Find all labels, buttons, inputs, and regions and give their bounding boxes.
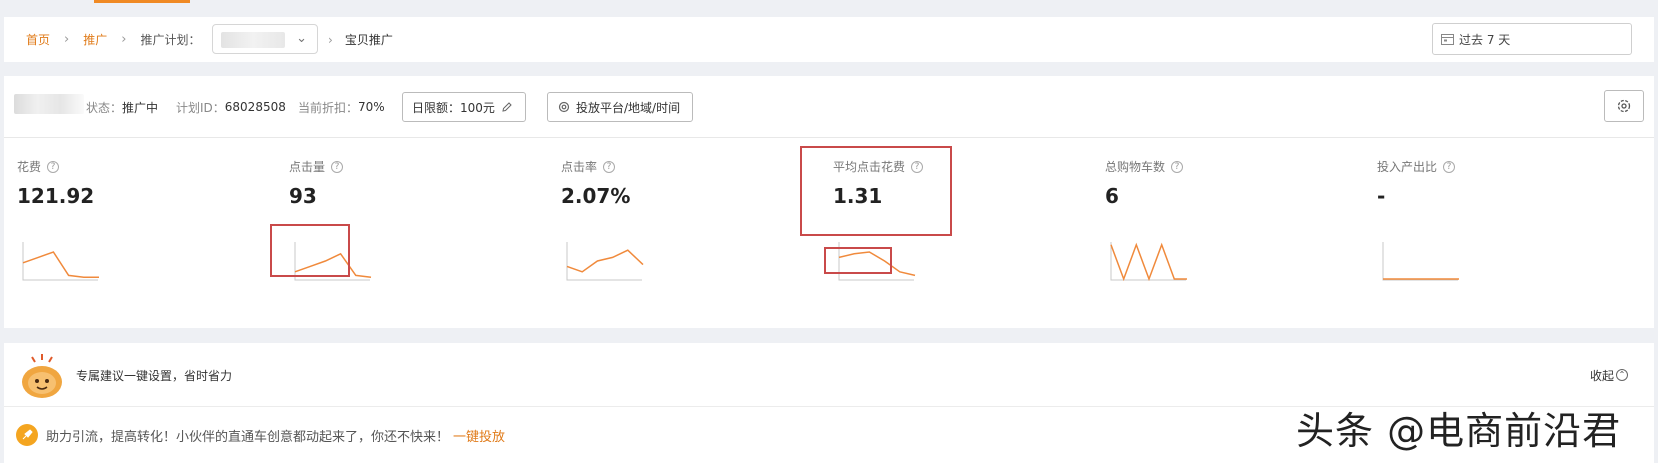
daily-budget-label: 日限额：100元 (412, 100, 495, 115)
plan-id-label: 计划ID： (176, 100, 225, 115)
discount-value: 70% (358, 100, 385, 114)
highlight-box (800, 146, 952, 236)
sparkline-axis (1382, 242, 1458, 281)
gear-icon (1617, 99, 1631, 113)
breadcrumb-bar: 首页 › 推广 › 推广计划： ⌄ › 宝贝推广 过去 7 天 (4, 17, 1654, 62)
metric-cart-adds: 总购物车数? 6 (1092, 138, 1332, 328)
sparkline-chart (1382, 242, 1459, 281)
status-label: 状态： (86, 100, 123, 115)
metric-label-text: 点击量 (289, 160, 326, 174)
plan-name-redacted (221, 32, 285, 48)
chevron-up-icon: ⌃ (1616, 369, 1628, 381)
highlight-box (824, 247, 892, 274)
help-icon[interactable]: ? (1443, 160, 1456, 173)
daily-budget-button[interactable]: 日限额：100元 (402, 92, 526, 122)
date-range-value: 过去 7 天 (1459, 32, 1511, 47)
sparkline-series (22, 251, 99, 278)
metric-label-text: 花费 (17, 160, 42, 174)
breadcrumb-promotion[interactable]: 推广 (83, 31, 107, 48)
help-icon[interactable]: ? (1171, 160, 1184, 173)
plan-name-redacted (14, 94, 84, 114)
sparkline-axis (566, 242, 642, 281)
breadcrumb: 首页 › 推广 › 推广计划： (26, 17, 200, 62)
plan-status: 状态： 推广中 (86, 76, 158, 138)
metric-label: 投入产出比? (1377, 158, 1456, 175)
breadcrumb-home[interactable]: 首页 (26, 31, 50, 48)
metric-value: 6 (1105, 184, 1119, 208)
platform-settings-button[interactable]: 投放平台/地域/时间 (547, 92, 693, 122)
rocket-icon (16, 424, 38, 446)
metric-label-text: 投入产出比 (1377, 160, 1438, 174)
metric-value: 121.92 (17, 184, 95, 208)
metric-ctr: 点击率? 2.07% (548, 138, 788, 328)
sparkline-chart (566, 242, 644, 281)
suggestion-message: 助力引流，提高转化！小伙伴的直通车创意都动起来了，你还不快来！ (46, 429, 450, 445)
chevron-down-icon: ⌄ (296, 31, 307, 46)
plan-id: 计划ID： 68028508 (176, 76, 286, 138)
chevron-right-icon: › (121, 32, 127, 47)
calendar-icon (1441, 34, 1454, 45)
help-icon[interactable]: ? (603, 160, 616, 173)
plan-id-value: 68028508 (224, 100, 286, 114)
watermark-text: 头条 @电商前沿君 (1296, 409, 1622, 453)
plan-select[interactable]: ⌄ (212, 24, 318, 54)
date-range-picker[interactable]: 过去 7 天 (1432, 23, 1632, 55)
plan-info-row: 状态： 推广中 计划ID： 68028508 当前折扣： 70% 日限额：100… (4, 76, 1654, 138)
metric-label: 花费? (17, 158, 60, 175)
breadcrumb-tail: › 宝贝推广 (328, 17, 393, 62)
metric-label: 总购物车数? (1105, 158, 1184, 175)
mascot-icon (22, 354, 62, 398)
metric-value: 2.07% (561, 184, 631, 208)
metric-roi: 投入产出比? - (1364, 138, 1604, 328)
pencil-icon (502, 102, 512, 112)
sparkline-axis (22, 242, 98, 281)
one-click-launch-link[interactable]: 一键投放 (453, 426, 505, 445)
settings-button[interactable] (1604, 90, 1644, 122)
sparkline-chart (1110, 242, 1187, 282)
sparkline-series (566, 249, 644, 273)
collapse-button[interactable]: 收起 ⌃ (1590, 343, 1628, 407)
help-icon[interactable]: ? (47, 160, 60, 173)
breadcrumb-current: 宝贝推广 (344, 33, 393, 47)
sparkline-chart (22, 242, 99, 281)
platform-settings-label: 投放平台/地域/时间 (576, 100, 681, 115)
metric-label-text: 总购物车数 (1105, 160, 1166, 174)
chevron-right-icon: › (64, 32, 70, 47)
breadcrumb-plan-label: 推广计划： (140, 33, 201, 47)
metric-spend: 花费? 121.92 (4, 138, 244, 328)
suggestion-title: 专属建议一键设置，省时省力 (76, 368, 233, 383)
discount-label: 当前折扣： (298, 100, 359, 115)
metric-label: 点击量? (289, 158, 344, 175)
collapse-label: 收起 (1589, 368, 1614, 383)
metric-label-text: 点击率 (561, 160, 598, 174)
highlight-box (270, 224, 350, 277)
plan-discount: 当前折扣： 70% (298, 76, 385, 138)
gear-icon (558, 101, 570, 113)
suggestion-item: 助力引流，提高转化！小伙伴的直通车创意都动起来了，你还不快来！ 一键投放 (16, 407, 505, 463)
status-value: 推广中 (122, 100, 159, 115)
active-tab-indicator (94, 0, 190, 3)
sparkline-series (1110, 242, 1187, 282)
chevron-right-icon: › (328, 32, 333, 47)
metric-value: 93 (289, 184, 317, 208)
metric-value: - (1377, 184, 1386, 208)
help-icon[interactable]: ? (331, 160, 344, 173)
suggestion-header: 专属建议一键设置，省时省力 收起 ⌃ (4, 343, 1654, 407)
metric-label: 点击率? (561, 158, 616, 175)
